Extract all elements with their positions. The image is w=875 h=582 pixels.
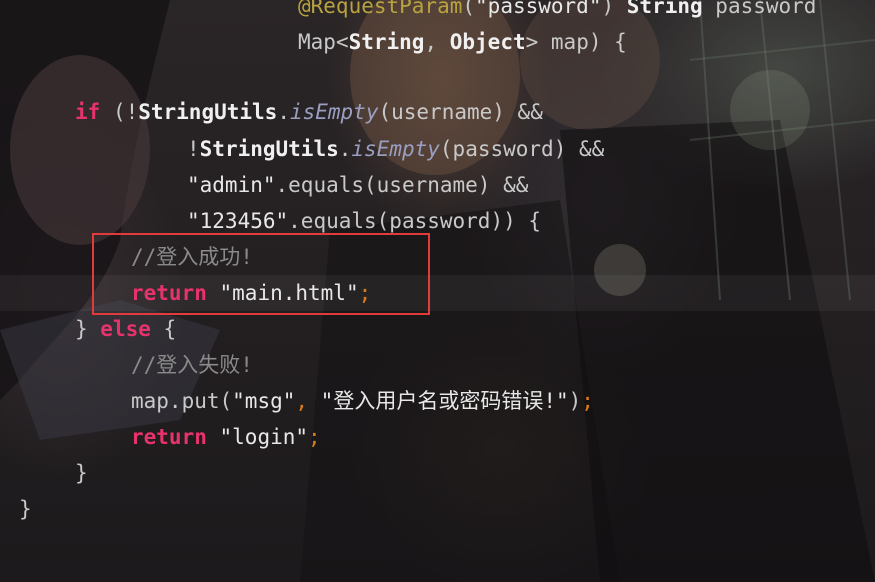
comment-login-fail: //登入失败! (131, 353, 253, 377)
annotation-token: @RequestParam (298, 0, 463, 18)
code-line-2: Map<String, Object> map) { (298, 30, 627, 54)
code-editor[interactable]: @RequestParam("password") String passwor… (0, 0, 875, 582)
keyword-else: else (100, 317, 151, 341)
code-line-5: "admin".equals(username) && (187, 173, 529, 197)
code-line-10: //登入失败! (0, 347, 875, 383)
code-line-3: if (!StringUtils.isEmpty(username) && (75, 100, 543, 124)
code-line-9: } else { (75, 317, 177, 341)
keyword-if: if (75, 100, 101, 124)
code-line-4: !StringUtils.isEmpty(password) && (187, 137, 605, 161)
code-line-13: } (75, 461, 88, 485)
keyword-return: return (131, 425, 207, 449)
code-line-1: @RequestParam("password") String passwor… (0, 0, 875, 24)
highlight-annotation-box (92, 233, 430, 315)
code-line-11: map.put("msg", "登入用户名或密码错误!"); (131, 389, 594, 413)
code-line-14: } (19, 497, 32, 521)
code-line-12: return "login"; (131, 425, 321, 449)
